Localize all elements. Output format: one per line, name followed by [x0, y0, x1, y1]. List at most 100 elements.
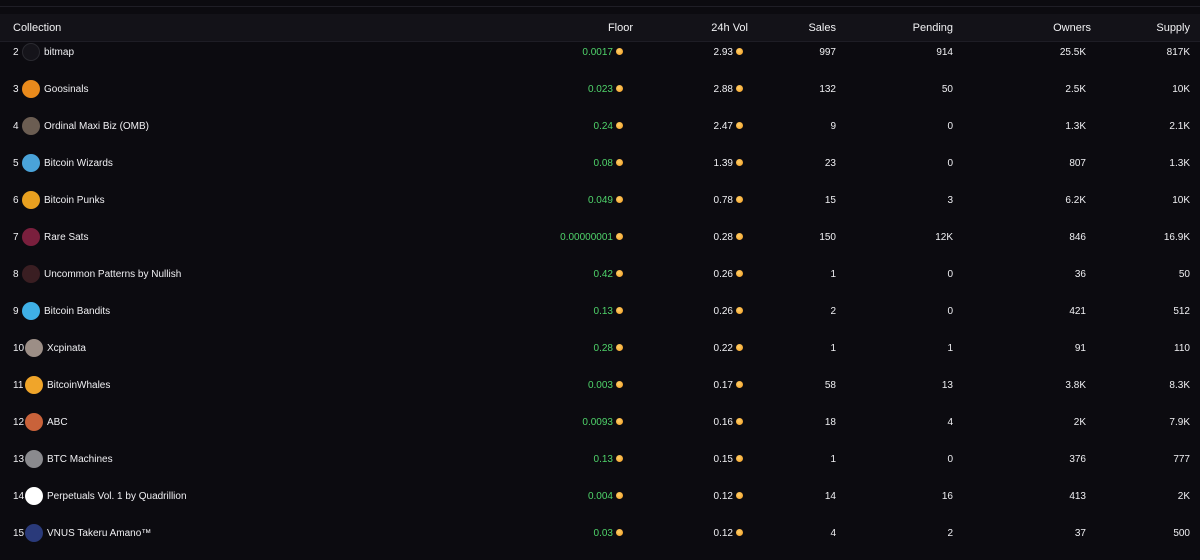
floor-value: 0.24 [593, 121, 613, 132]
sales-value: 150 [819, 232, 836, 243]
supply-value: 817K [1166, 47, 1190, 58]
collection-name[interactable]: Bitcoin Bandits [44, 306, 110, 317]
collection-avatar-icon[interactable] [22, 191, 40, 209]
bitcoin-icon [616, 381, 623, 388]
table-row[interactable]: 7 Rare Sats 0.00000001 0.28 150 12K 846 … [0, 227, 1200, 264]
collection-avatar-icon[interactable] [25, 413, 43, 431]
bitcoin-icon [736, 492, 743, 499]
collection-avatar-icon[interactable] [25, 376, 43, 394]
table-row[interactable]: 3 Goosinals 0.023 2.88 132 50 2.5K 10K [0, 79, 1200, 116]
row-rank: 11 [13, 380, 24, 391]
row-rank: 6 [13, 195, 19, 206]
bitcoin-icon [616, 455, 623, 462]
collection-name[interactable]: BTC Machines [47, 454, 113, 465]
collection-name[interactable]: BitcoinWhales [47, 380, 110, 391]
pending-value: 0 [947, 454, 953, 465]
floor-value: 0.049 [587, 195, 613, 206]
collection-avatar-icon[interactable] [25, 339, 43, 357]
sales-value: 9 [830, 121, 836, 132]
collection-avatar-icon[interactable] [22, 80, 40, 98]
table-row[interactable]: 6 Bitcoin Punks 0.049 0.78 15 3 6.2K 10K [0, 190, 1200, 227]
sales-value: 18 [824, 417, 836, 428]
vol-cell: 0.12 [714, 528, 743, 539]
table-row[interactable]: 5 Bitcoin Wizards 0.08 1.39 23 0 807 1.3… [0, 153, 1200, 190]
table-row[interactable]: 10 Xcpinata 0.28 0.22 1 1 91 110 [0, 338, 1200, 375]
table-row[interactable]: 14 Perpetuals Vol. 1 by Quadrillion 0.00… [0, 486, 1200, 523]
vol-value: 0.16 [713, 417, 733, 428]
collection-name[interactable]: VNUS Takeru Amano™ [47, 528, 151, 539]
collection-avatar-icon[interactable] [25, 487, 43, 505]
sales-value: 1 [830, 343, 836, 354]
pending-value: 50 [941, 84, 953, 95]
header-owners[interactable]: Owners [1053, 22, 1091, 34]
collection-name[interactable]: Ordinal Maxi Biz (OMB) [44, 121, 149, 132]
supply-value: 1.3K [1169, 158, 1190, 169]
table-row[interactable]: 2 bitmap 0.0017 2.93 997 914 25.5K 817K [0, 42, 1200, 79]
collection-avatar-icon[interactable] [22, 302, 40, 320]
vol-value: 1.39 [713, 158, 733, 169]
row-rank: 3 [13, 84, 19, 95]
floor-value: 0.13 [593, 306, 613, 317]
floor-value: 0.08 [593, 158, 613, 169]
header-24h-vol[interactable]: 24h Vol [711, 22, 748, 34]
owners-value: 3.8K [1065, 380, 1086, 391]
table-row[interactable]: 15 VNUS Takeru Amano™ 0.03 0.12 4 2 37 5… [0, 523, 1200, 560]
header-collection[interactable]: Collection [13, 22, 61, 34]
collection-name[interactable]: Rare Sats [44, 232, 88, 243]
collection-name[interactable]: Xcpinata [47, 343, 86, 354]
bitcoin-icon [616, 159, 623, 166]
collection-avatar-icon[interactable] [22, 154, 40, 172]
collection-name[interactable]: Perpetuals Vol. 1 by Quadrillion [47, 491, 187, 502]
floor-value: 0.003 [587, 380, 613, 391]
vol-cell: 0.16 [714, 417, 743, 428]
table-row[interactable]: 11 BitcoinWhales 0.003 0.17 58 13 3.8K 8… [0, 375, 1200, 412]
pending-value: 2 [947, 528, 953, 539]
table-row[interactable]: 8 Uncommon Patterns by Nullish 0.42 0.26… [0, 264, 1200, 301]
header-pending[interactable]: Pending [913, 22, 953, 34]
table-row[interactable]: 13 BTC Machines 0.13 0.15 1 0 376 777 [0, 449, 1200, 486]
bitcoin-icon [616, 492, 623, 499]
sales-value: 1 [830, 454, 836, 465]
vol-value: 2.88 [713, 84, 733, 95]
vol-value: 0.22 [713, 343, 733, 354]
floor-cell: 0.24 [594, 121, 623, 132]
vol-value: 0.15 [713, 454, 733, 465]
collection-avatar-icon[interactable] [22, 265, 40, 283]
header-sales[interactable]: Sales [808, 22, 836, 34]
sales-value: 58 [824, 380, 836, 391]
collection-avatar-icon[interactable] [22, 43, 40, 61]
supply-value: 50 [1178, 269, 1190, 280]
sales-value: 997 [819, 47, 836, 58]
vol-cell: 0.26 [714, 306, 743, 317]
collection-avatar-icon[interactable] [22, 228, 40, 246]
bitcoin-icon [616, 196, 623, 203]
sales-value: 1 [830, 269, 836, 280]
collection-name[interactable]: bitmap [44, 47, 74, 58]
collection-name[interactable]: Bitcoin Punks [44, 195, 105, 206]
header-floor[interactable]: Floor [608, 22, 633, 34]
vol-value: 0.26 [713, 306, 733, 317]
collection-name[interactable]: Uncommon Patterns by Nullish [44, 269, 181, 280]
table-row[interactable]: 9 Bitcoin Bandits 0.13 0.26 2 0 421 512 [0, 301, 1200, 338]
collection-name[interactable]: ABC [47, 417, 68, 428]
collection-name[interactable]: Goosinals [44, 84, 88, 95]
row-rank: 4 [13, 121, 19, 132]
collection-name[interactable]: Bitcoin Wizards [44, 158, 113, 169]
table-row[interactable]: 12 ABC 0.0093 0.16 18 4 2K 7.9K [0, 412, 1200, 449]
header-supply[interactable]: Supply [1156, 22, 1190, 34]
row-rank: 14 [13, 491, 25, 502]
table-row[interactable]: 4 Ordinal Maxi Biz (OMB) 0.24 2.47 9 0 1… [0, 116, 1200, 153]
pending-value: 12K [935, 232, 953, 243]
supply-value: 512 [1173, 306, 1190, 317]
floor-cell: 0.023 [588, 84, 623, 95]
collection-avatar-icon[interactable] [22, 117, 40, 135]
bitcoin-icon [616, 233, 623, 240]
bitcoin-icon [736, 529, 743, 536]
collection-avatar-icon[interactable] [25, 450, 43, 468]
sales-value: 14 [824, 491, 836, 502]
row-rank: 13 [13, 454, 25, 465]
bitcoin-icon [616, 85, 623, 92]
floor-cell: 0.42 [594, 269, 623, 280]
supply-value: 500 [1173, 528, 1190, 539]
collection-avatar-icon[interactable] [25, 524, 43, 542]
